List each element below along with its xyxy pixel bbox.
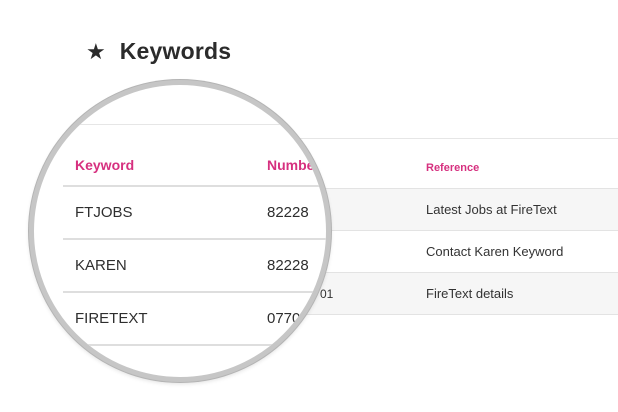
number-cell: 82228	[267, 257, 309, 274]
magnified-table-row[interactable]: KAREN 82228	[63, 238, 326, 291]
number-cell: 07700	[267, 310, 309, 327]
magnified-bottom-divider	[63, 344, 326, 346]
keyword-cell: FTJOBS	[75, 204, 133, 221]
page-title: Keywords	[119, 38, 232, 64]
magnified-table: Keyword Number FTJOBS 82228 KAREN 82228 …	[34, 85, 326, 377]
column-header-keyword[interactable]: Keyword	[75, 157, 134, 173]
star-icon: ★	[86, 38, 106, 64]
reference-cell: FireText details	[426, 286, 514, 301]
magnified-top-divider	[63, 124, 326, 125]
reference-cell: Contact Karen Keyword	[426, 244, 564, 259]
magnifier-lens: Keyword Number FTJOBS 82228 KAREN 82228 …	[29, 80, 331, 382]
column-header-reference[interactable]: Reference	[426, 162, 479, 174]
column-header-number[interactable]: Number	[267, 157, 320, 173]
keyword-cell: KAREN	[75, 257, 127, 274]
magnified-table-row[interactable]: FTJOBS 82228	[63, 185, 326, 238]
number-cell: 82228	[267, 204, 309, 221]
page-header: ★ Keywords	[86, 38, 231, 65]
magnified-table-row[interactable]: FIRETEXT 07700	[63, 291, 326, 344]
page: ★ Keywords Reference Latest Jobs at Fire…	[0, 0, 618, 412]
keyword-cell: FIRETEXT	[75, 310, 148, 327]
reference-cell: Latest Jobs at FireText	[426, 202, 557, 217]
